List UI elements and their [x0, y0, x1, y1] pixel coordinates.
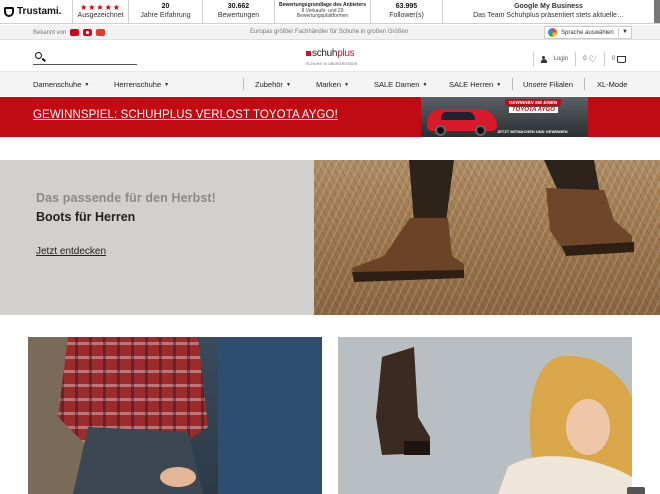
nav-item-label: Herrenschuhe [114, 80, 162, 89]
header-divider [575, 52, 577, 66]
chevron-down-icon: ▼ [164, 82, 170, 88]
nav-item-zubehoer[interactable]: Zubehör ▼ [255, 80, 291, 89]
chevron-down-icon: ▼ [285, 82, 291, 88]
language-select[interactable]: Sprache auswählen ▼ [544, 26, 632, 39]
chevron-down-icon: ▼ [496, 82, 502, 88]
header-divider [603, 52, 605, 66]
promo-ad-image[interactable]: GEWINNEN SIE EINEN TOYOTA AYGO JETZT MIT… [421, 97, 588, 137]
header-divider [532, 52, 534, 66]
gmb-title: Google My Business [514, 3, 583, 11]
hero-headline: Boots für Herren [36, 210, 136, 224]
nav-item-damenschuhe[interactable]: Damenschuhe ▼ [33, 80, 89, 89]
nav-item-label: Marken [316, 80, 342, 89]
trustami-wordmark: Trustami. [17, 6, 62, 17]
trust-scrollbar[interactable] [654, 0, 660, 23]
teaser-men-image [28, 337, 322, 494]
reviews-value: 30.662 [227, 3, 250, 11]
chevron-down-icon: ▼ [344, 82, 349, 88]
nav-item-label: Damenschuhe [33, 80, 82, 89]
trust-rating[interactable]: ★★★★★ Ausgezeichnet [72, 0, 128, 23]
ad-cta: JETZT MITMACHEN UND GEWINNEN [497, 129, 568, 134]
experience-value: 20 [161, 3, 170, 11]
reviews-label: Bewertungen [217, 11, 260, 19]
header-actions: Login 0 ♡ 0 [526, 52, 626, 66]
trustami-logo[interactable]: Trustami. [0, 0, 72, 23]
nav-item-label: SALE Herren [449, 80, 494, 89]
car-wheel [435, 125, 446, 136]
hero-cta-link[interactable]: Jetzt entdecken [36, 246, 106, 257]
ad-headline: GEWINNEN SIE EINEN [504, 99, 562, 106]
trust-reviews: 30.662 Bewertungen [202, 0, 274, 23]
gmb-text: Das Team Schuhplus präsentiert stets akt… [473, 11, 624, 19]
google-icon [548, 28, 557, 37]
basis-line2: Bewertungsplattformen [296, 13, 349, 20]
hero-teaser: Das passende für den Herbst! Boots für H… [0, 160, 660, 315]
hero-text-panel: Das passende für den Herbst! Boots für H… [0, 160, 314, 315]
search-input[interactable] [33, 51, 137, 65]
trust-experience: 20 Jahre Erfahrung [128, 0, 202, 23]
search-icon[interactable] [35, 52, 42, 59]
followers-label: Follower(s) [389, 11, 424, 19]
hero-boots-illustration [314, 160, 660, 315]
brand-mark-icon [306, 51, 311, 56]
nav-item-label: Unsere Filialen [523, 80, 574, 89]
nav-item-unsere-filialen[interactable]: Unsere Filialen [523, 80, 573, 89]
nav-item-label: SALE Damen [374, 80, 420, 89]
trust-google-my-business[interactable]: Google My Business Das Team Schuhplus pr… [442, 0, 654, 23]
scroll-to-top-button[interactable] [627, 487, 645, 494]
cart-icon[interactable] [617, 55, 626, 63]
teaser-women-image [338, 337, 632, 494]
trust-bar: Trustami. ★★★★★ Ausgezeichnet 20 Jahre E… [0, 0, 660, 24]
brand-name: schuhplus [312, 48, 355, 59]
hero-image[interactable] [314, 160, 660, 315]
promo-link[interactable]: GEWINNSPIEL: SCHUHPLUS VERLOST TOYOTA AY… [33, 109, 338, 121]
tv-logo-icon [70, 29, 80, 36]
known-from: Bekannt von [33, 29, 106, 36]
hero-kicker: Das passende für den Herbst! [36, 191, 216, 205]
promo-banner: GEWINNSPIEL: SCHUHPLUS VERLOST TOYOTA AY… [0, 97, 660, 137]
nav-item-label: Zubehör [255, 80, 283, 89]
chevron-down-icon: ▼ [622, 29, 628, 35]
nav-divider [584, 78, 585, 90]
chevron-down-icon: ▼ [84, 82, 90, 88]
trust-followers: 63.995 Follower(s) [370, 0, 442, 23]
cart-count: 0 [611, 56, 615, 62]
teaser-tile-men[interactable] [28, 337, 322, 494]
nav-item-sale-damen[interactable]: SALE Damen ▼ [374, 80, 427, 89]
teaser-tile-women[interactable] [338, 337, 632, 494]
nav-item-sale-herren[interactable]: SALE Herren ▼ [449, 80, 501, 89]
language-label: Sprache auswählen [561, 29, 614, 36]
rating-label: Ausgezeichnet [77, 12, 124, 20]
language-divider [618, 28, 619, 37]
nav-item-xl-mode[interactable]: XL-Mode [597, 80, 627, 89]
nav-item-label: XL-Mode [597, 80, 628, 89]
user-icon[interactable] [540, 55, 547, 63]
brand-suffix: plus [337, 48, 355, 59]
brand-tagline: SCHUHE IN ÜBERGRÖSSEN [306, 62, 358, 66]
trustami-shield-icon [4, 6, 14, 17]
car-wheel [475, 125, 486, 136]
ad-model: TOYOTA AYGO [509, 107, 558, 113]
experience-label: Jahre Erfahrung [140, 11, 191, 19]
nav-item-marken[interactable]: Marken ▼ [316, 80, 349, 89]
known-from-label: Bekannt von [33, 29, 67, 36]
followers-value: 63.995 [395, 3, 418, 11]
tv-logo-icon [83, 29, 93, 36]
meta-bar: Bekannt von Europas größter Fachhändler … [0, 25, 660, 40]
brand-prefix: schuh [312, 48, 338, 59]
trust-basis: Bewertungsgrundlage des Anbieters 8 Verk… [274, 0, 370, 23]
store-claim: Europas größter Fachhändler für Schuhe i… [250, 29, 409, 35]
brand-logo[interactable]: schuhplus SCHUHE IN ÜBERGRÖSSEN [306, 48, 368, 69]
tv-logo-icon [96, 29, 106, 36]
login-link[interactable]: Login [554, 56, 569, 62]
nav-item-herrenschuhe[interactable]: Herrenschuhe ▼ [114, 80, 169, 89]
chevron-down-icon: ▼ [422, 82, 428, 88]
rating-stars-icon: ★★★★★ [80, 2, 121, 12]
nav-divider [512, 78, 513, 90]
wishlist-count: 0 [583, 56, 587, 62]
nav-divider [243, 78, 244, 90]
site-header: schuhplus SCHUHE IN ÜBERGRÖSSEN Login 0 … [0, 41, 660, 72]
heart-icon[interactable]: ♡ [589, 54, 597, 64]
main-nav: Damenschuhe ▼ Herrenschuhe ▼ Zubehör ▼ Mark… [0, 72, 660, 96]
